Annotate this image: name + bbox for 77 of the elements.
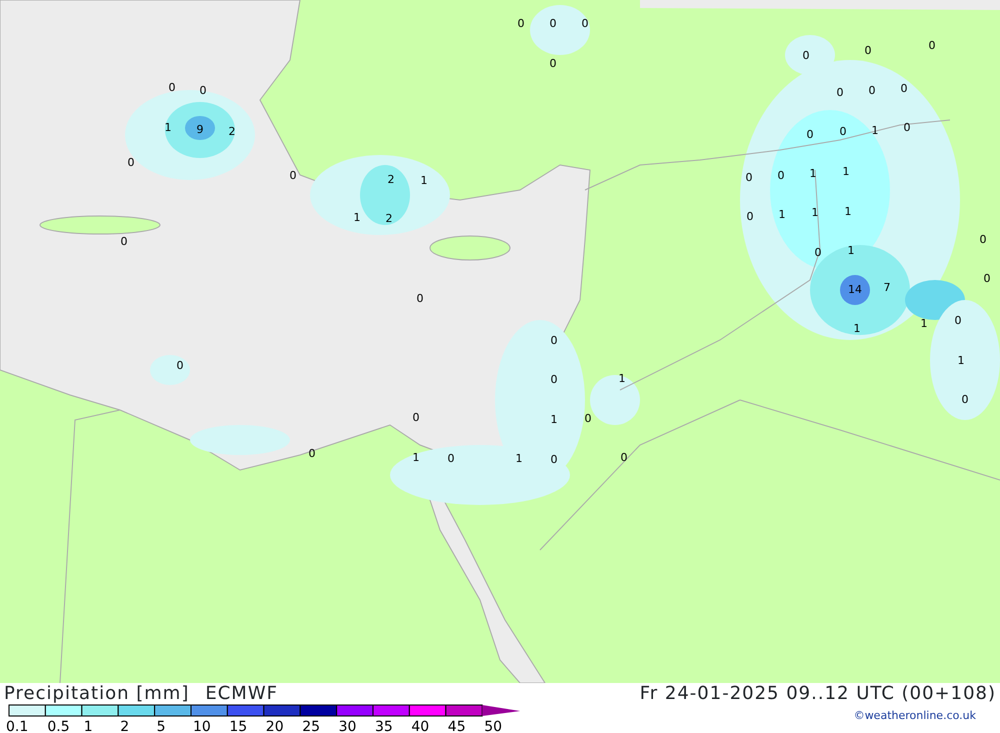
precipitation-value: 1 <box>848 244 854 257</box>
precipitation-value: 0 <box>582 17 588 30</box>
precipitation-value: 0 <box>448 452 454 465</box>
precipitation-value: 0 <box>308 447 316 460</box>
precipitation-value: 0 <box>746 210 754 223</box>
precipitation-value: 1 <box>854 322 860 335</box>
precipitation-value: 2 <box>388 173 394 186</box>
precipitation-value: 0 <box>518 17 524 30</box>
legend-label: 10 <box>193 719 211 732</box>
precipitation-value: 0 <box>814 246 822 259</box>
precipitation-value: 0 <box>962 393 968 406</box>
precipitation-value: 0 <box>778 169 784 182</box>
precipitation-value: 0 <box>584 412 592 425</box>
precipitation-value: 0 <box>806 128 814 141</box>
precipitation-value: 0 <box>864 44 872 57</box>
precipitation-value: 1 <box>354 211 360 224</box>
precipitation-value: 0 <box>620 451 628 464</box>
valid-time: Fr 24-01-2025 09..12 UTC (00+108) <box>640 684 996 704</box>
precipitation-value: 1 <box>412 451 420 464</box>
precipitation-value: 14 <box>848 283 862 296</box>
credit-link[interactable]: ©weatheronline.co.uk <box>854 708 976 732</box>
precipitation-value: 2 <box>386 212 392 225</box>
precipitation-value: 1 <box>810 167 816 180</box>
precipitation-value: 2 <box>228 125 236 138</box>
precipitation-value: 0 <box>980 233 986 246</box>
precipitation-value: 0 <box>550 57 556 70</box>
precipitation-value: 0 <box>904 121 910 134</box>
precipitation-value: 0 <box>746 171 752 184</box>
precipitation-value: 1 <box>812 206 818 219</box>
precipitation-value: 1 <box>420 174 428 187</box>
precipitation-value: 1 <box>164 121 172 134</box>
legend-label: 15 <box>229 719 248 732</box>
precipitation-value: 0 <box>550 453 558 466</box>
legend-label: 30 <box>338 719 356 732</box>
precipitation-value: 0 <box>802 49 810 62</box>
precipitation-value: 1 <box>618 372 626 385</box>
legend-label: 25 <box>302 719 320 732</box>
precipitation-value: 1 <box>842 165 850 178</box>
precipitation-value: 0 <box>868 84 876 97</box>
precipitation-value: 1 <box>920 317 928 330</box>
legend-label: 40 <box>411 719 430 732</box>
precipitation-value: 0 <box>120 235 128 248</box>
precipitation-value: 9 <box>196 123 204 136</box>
precipitation-value: 0 <box>900 82 908 95</box>
legend-label: 0.5 <box>47 719 70 732</box>
legend-label: 2 <box>120 719 130 732</box>
precipitation-value: 7 <box>884 281 890 294</box>
precipitation-value: 0 <box>840 125 846 138</box>
legend-label: 20 <box>266 719 284 732</box>
precipitation-value: 0 <box>416 292 424 305</box>
precipitation-value: 0 <box>954 314 962 327</box>
precipitation-value: 1 <box>872 124 878 137</box>
model-name: ECMWF <box>205 684 278 704</box>
legend-label: 5 <box>156 719 166 732</box>
precipitation-value: 0 <box>200 84 206 97</box>
precipitation-value: 0 <box>128 156 134 169</box>
precipitation-value: 0 <box>176 359 184 372</box>
precipitation-value: 0 <box>550 334 558 347</box>
precipitation-value: 1 <box>778 208 786 221</box>
precipitation-value: 1 <box>958 354 964 367</box>
precipitation-value: 0 <box>928 39 936 52</box>
legend-label: 35 <box>375 719 393 732</box>
precipitation-value: 0 <box>836 86 844 99</box>
precipitation-value: 0 <box>984 272 990 285</box>
legend-label: 0.1 <box>6 719 28 732</box>
legend-label: 45 <box>448 719 466 732</box>
precipitation-value: 0 <box>290 169 296 182</box>
precipitation-value: 0 <box>168 81 176 94</box>
precipitation-value: 1 <box>844 205 852 218</box>
precipitation-value: 1 <box>516 452 522 465</box>
legend-label: 1 <box>84 719 93 732</box>
precipitation-value: 1 <box>550 413 558 426</box>
precipitation-value: 0 <box>412 411 420 424</box>
legend-label: 50 <box>484 719 502 732</box>
legend-title: Precipitation [mm] <box>4 684 190 704</box>
precipitation-value: 0 <box>550 17 556 30</box>
precipitation-value: 0 <box>550 373 558 386</box>
